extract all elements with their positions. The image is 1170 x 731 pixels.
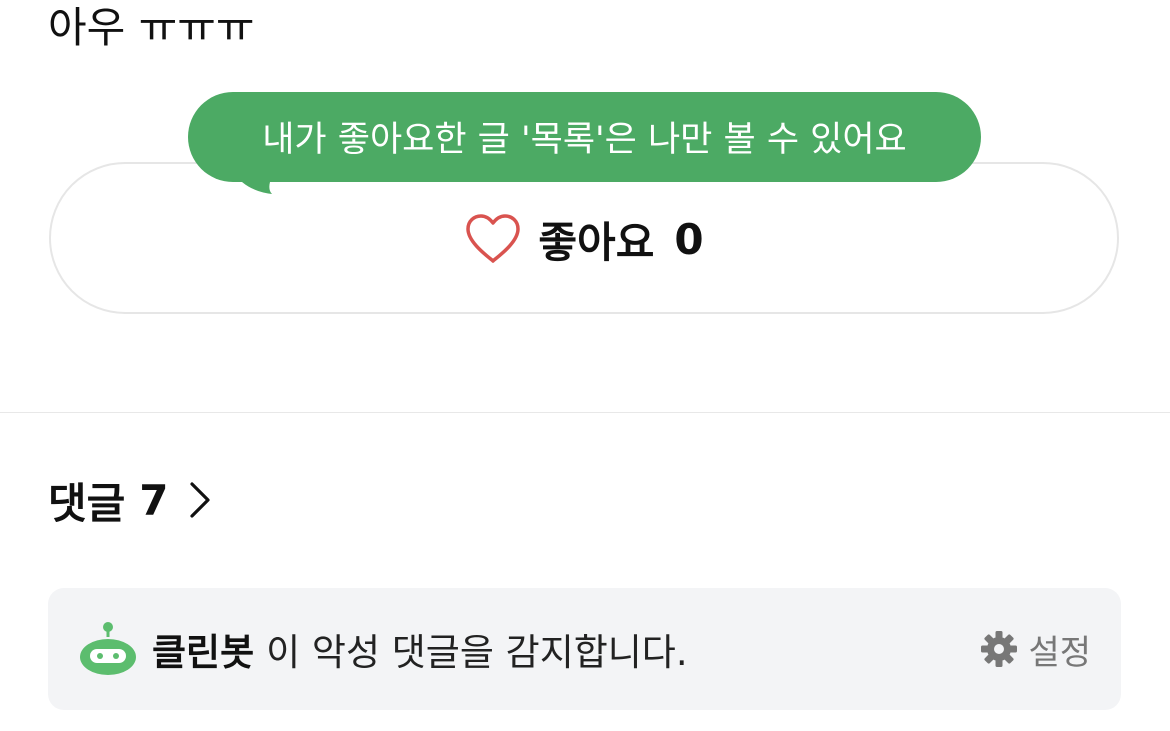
post-text: 아우 ㅠㅠㅠ xyxy=(48,3,255,52)
like-privacy-tooltip: 내가 좋아요한 글 '목록'은 나만 볼 수 있어요 xyxy=(188,92,981,182)
like-label: 좋아요 xyxy=(538,217,655,267)
cleanbot-message: 이 악성 댓글을 감지합니다. xyxy=(266,631,688,674)
chevron-right-icon xyxy=(189,482,210,518)
tooltip-text: 내가 좋아요한 글 '목록'은 나만 볼 수 있어요 xyxy=(262,119,907,160)
like-button[interactable]: 좋아요 0 xyxy=(49,162,1119,314)
heart-outline-icon xyxy=(466,214,521,263)
comments-link[interactable]: 댓글 7 xyxy=(48,472,213,528)
cleanbot-banner: 클린봇 이 악성 댓글을 감지합니다. 설정 xyxy=(48,588,1121,710)
cleanbot-name: 클린봇 xyxy=(152,631,255,674)
robot-icon xyxy=(80,622,136,675)
like-button-content: 좋아요 0 xyxy=(464,209,704,270)
like-count: 0 xyxy=(674,214,704,264)
comments-count: 7 xyxy=(139,475,169,525)
settings-label: 설정 xyxy=(1028,632,1091,673)
section-divider xyxy=(0,412,1170,413)
cleanbot-settings-button[interactable]: 설정 xyxy=(980,625,1091,674)
comments-title: 댓글 xyxy=(48,478,126,528)
page: 아우 ㅠㅠㅠ 내가 좋아요한 글 '목록'은 나만 볼 수 있어요 좋아요 0 … xyxy=(0,0,1170,731)
gear-icon xyxy=(981,631,1018,667)
